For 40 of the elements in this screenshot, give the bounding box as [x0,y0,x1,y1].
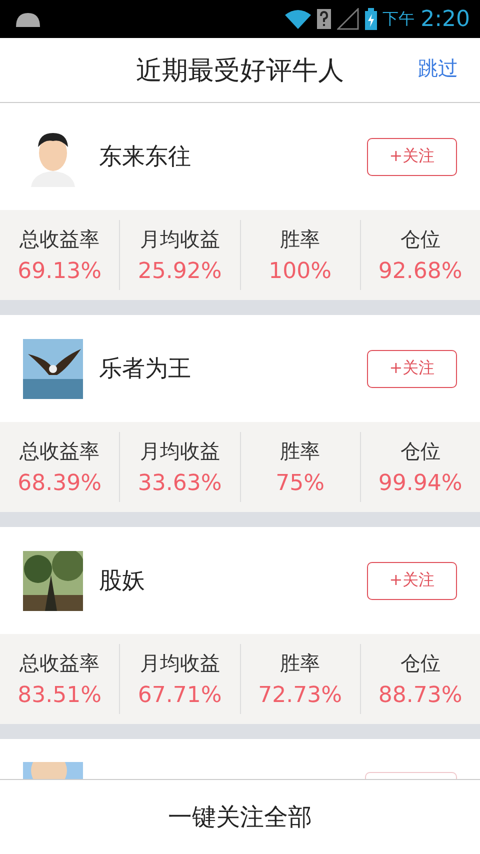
stat-value: 88.73% [378,683,462,708]
stat-label: 月均收益 [140,438,220,465]
stat-value: 92.68% [378,259,462,284]
user-name: 股妖 [99,567,146,596]
user-name: 乐者为王 [99,355,192,384]
stat-label: 月均收益 [140,226,220,253]
stat-label: 仓位 [400,226,440,253]
stat-label: 胜率 [280,650,320,677]
user-name: 东来东往 [99,143,192,172]
follow-all-button[interactable]: 一键关注全部 [162,800,318,834]
stat-value: 25.92% [138,259,222,284]
time-period: 下午 [382,8,415,30]
stat-label: 总收益率 [20,226,100,253]
stat-label: 总收益率 [20,438,100,465]
stat-value: 68.39% [18,471,102,496]
battery-icon [364,8,377,30]
follow-button[interactable]: +关注 [367,138,457,176]
stat-label: 胜率 [280,438,320,465]
signal-icon [336,8,359,30]
stat-value: 75% [276,471,325,496]
stat-value: 83.51% [18,683,102,708]
wifi-icon [284,9,311,29]
sim-icon [316,9,331,29]
follow-button[interactable]: +关注 [367,350,457,388]
stat-value: 99.94% [378,471,462,496]
stat-label: 总收益率 [20,650,100,677]
stat-label: 月均收益 [140,650,220,677]
stat-label: 仓位 [400,438,440,465]
stat-value: 72.73% [258,683,342,708]
stat-value: 69.13% [18,259,102,284]
clock-time: 2:20 [420,6,470,32]
stat-value: 100% [268,259,332,284]
page-title: 近期最受好评牛人 [136,54,344,88]
stat-value: 33.63% [138,471,222,496]
follow-button[interactable] [365,772,457,779]
skip-button[interactable]: 跳过 [418,55,458,82]
stat-label: 仓位 [400,650,440,677]
stat-value: 67.71% [138,683,222,708]
follow-button[interactable]: +关注 [367,562,457,600]
stat-label: 胜率 [280,226,320,253]
